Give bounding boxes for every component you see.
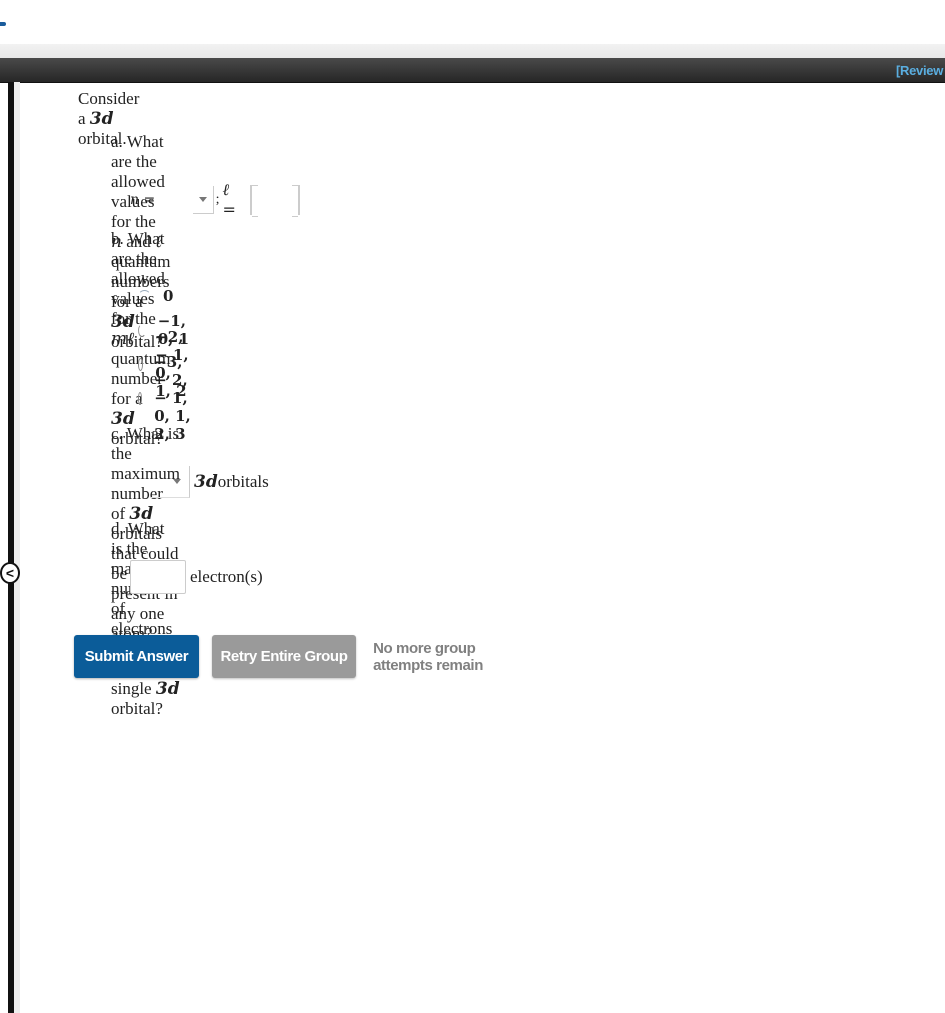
- question-d-answer-row: electron(s): [130, 560, 263, 594]
- collapse-sidebar-button[interactable]: <: [0, 562, 20, 584]
- question-c-answer-row: 3d orbitals: [150, 466, 269, 498]
- orbital-symbol: 3d: [89, 109, 114, 129]
- header-bar: [Review: [0, 58, 945, 83]
- electron-count-input[interactable]: [130, 560, 186, 594]
- review-link[interactable]: [Review: [896, 63, 943, 78]
- l-label: ℓ =: [222, 180, 236, 219]
- radio-button[interactable]: [138, 357, 144, 371]
- top-shadow: [0, 44, 945, 58]
- radio-button[interactable]: [138, 323, 146, 337]
- browser-top-area: [0, 0, 945, 44]
- question-d-text: d. What is the maximum number of electro…: [111, 519, 180, 719]
- radio-button[interactable]: [138, 391, 143, 405]
- n-label: n =: [130, 191, 156, 208]
- sidebar-gutter: [14, 82, 20, 1013]
- l-input[interactable]: [249, 184, 301, 217]
- option-label: 0: [163, 287, 174, 305]
- ml-options-group: 0 −1, 0, 1 −2, − 1, 0, 1, 2 −3, − 2, − 1…: [138, 279, 191, 443]
- ml-option[interactable]: 0: [138, 279, 191, 313]
- radio-button[interactable]: [138, 289, 151, 303]
- orbitals-unit: orbitals: [217, 472, 269, 491]
- question-a-answer-row: n = ; ℓ =: [130, 180, 301, 219]
- retry-entire-group-button[interactable]: Retry Entire Group: [211, 635, 357, 678]
- separator: ;: [215, 191, 220, 207]
- logo-fragment: [0, 22, 6, 26]
- ml-option[interactable]: −3, − 2, − 1, 0, 1, 2, 3: [138, 353, 191, 443]
- n-select[interactable]: [193, 185, 214, 214]
- attempts-status: No more group attempts remain: [373, 639, 483, 674]
- chevron-left-icon: <: [5, 565, 15, 581]
- dropdown-arrow-icon: [198, 196, 207, 202]
- qd-suffix: orbital?: [111, 699, 163, 718]
- dropdown-arrow-icon: [173, 479, 181, 484]
- ml-symbol: mℓ: [111, 329, 135, 349]
- orbital-symbol: 3d: [194, 472, 218, 492]
- submit-answer-button[interactable]: Submit Answer: [74, 635, 199, 678]
- orbital-symbol: 3d: [155, 679, 180, 699]
- action-bar: Submit Answer Retry Entire Group No more…: [74, 635, 528, 678]
- orbital-count-select[interactable]: [150, 466, 190, 498]
- electrons-unit: electron(s): [190, 567, 263, 586]
